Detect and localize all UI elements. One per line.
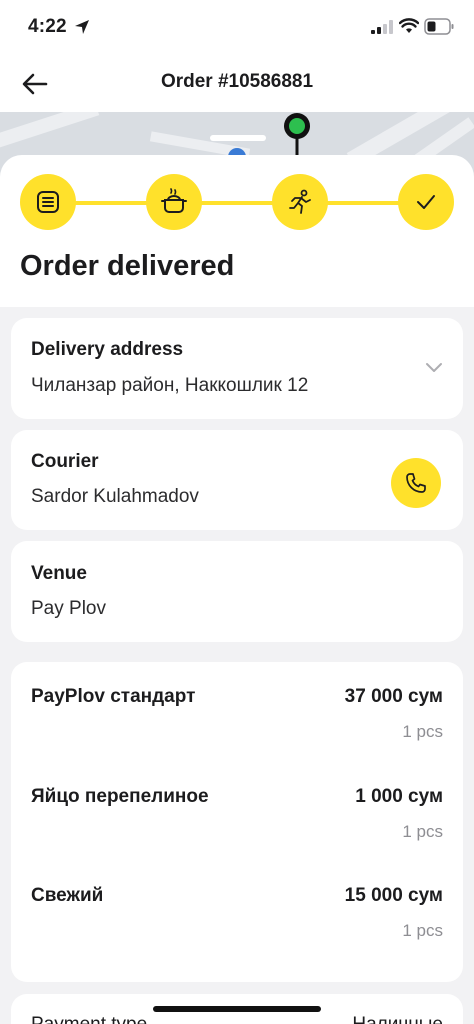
item-quantity: 1 pcs xyxy=(402,722,443,741)
checkmark-icon xyxy=(417,195,435,209)
item-quantity: 1 pcs xyxy=(402,921,443,940)
wifi-icon xyxy=(399,18,419,33)
list-icon xyxy=(37,191,59,213)
venue-card: Venue Pay Plov xyxy=(11,541,463,642)
page-title: Order #10586881 xyxy=(160,71,314,92)
sheet-drag-handle[interactable] xyxy=(210,135,266,141)
item-name: Свежий xyxy=(31,885,104,906)
payment-type-value: Наличные xyxy=(352,1014,443,1024)
map-pin-icon xyxy=(284,113,310,158)
venue-name: Pay Plov xyxy=(31,598,106,619)
step-cooking xyxy=(146,174,202,230)
progress-line xyxy=(46,201,426,205)
courier-label: Courier xyxy=(31,451,99,472)
status-time: 4:22 xyxy=(28,16,67,37)
step-courier-on-way xyxy=(272,174,328,230)
order-items-card: PayPlov стандарт 37 000 сум 1 pcs Яйцо п… xyxy=(11,662,463,982)
item-price: 1 000 сум xyxy=(355,786,443,807)
step-delivered xyxy=(398,174,454,230)
nav-bar: Order #10586881 xyxy=(0,56,474,112)
item-quantity: 1 pcs xyxy=(402,822,443,841)
item-name: Яйцо перепелиное xyxy=(31,786,209,807)
chevron-down-icon[interactable] xyxy=(425,362,443,374)
cooking-pot-icon xyxy=(161,188,187,213)
order-status-sheet xyxy=(0,155,474,307)
location-arrow-icon xyxy=(75,20,89,34)
phone-icon xyxy=(406,473,426,493)
running-courier-icon xyxy=(289,189,311,214)
call-courier-button[interactable] xyxy=(391,458,441,508)
item-name: PayPlov стандарт xyxy=(31,686,196,707)
courier-card: Courier Sardor Kulahmadov xyxy=(11,430,463,530)
cellular-signal-icon xyxy=(371,20,393,34)
payment-type-label: Payment type xyxy=(31,1014,147,1024)
courier-name: Sardor Kulahmadov xyxy=(31,486,199,507)
order-status-title: Order delivered xyxy=(20,250,235,282)
step-order-received xyxy=(20,174,76,230)
venue-label: Venue xyxy=(31,563,87,584)
battery-icon xyxy=(424,18,454,35)
item-price: 15 000 сум xyxy=(344,885,443,906)
home-indicator xyxy=(153,1006,321,1012)
delivery-address-card[interactable]: Delivery address Чиланзар район, Наккошл… xyxy=(11,318,463,419)
delivery-address-value: Чиланзар район, Наккошлик 12 xyxy=(31,375,309,396)
item-price: 37 000 сум xyxy=(344,686,443,707)
delivery-address-label: Delivery address xyxy=(31,339,184,360)
status-bar: 4:22 xyxy=(0,0,474,56)
